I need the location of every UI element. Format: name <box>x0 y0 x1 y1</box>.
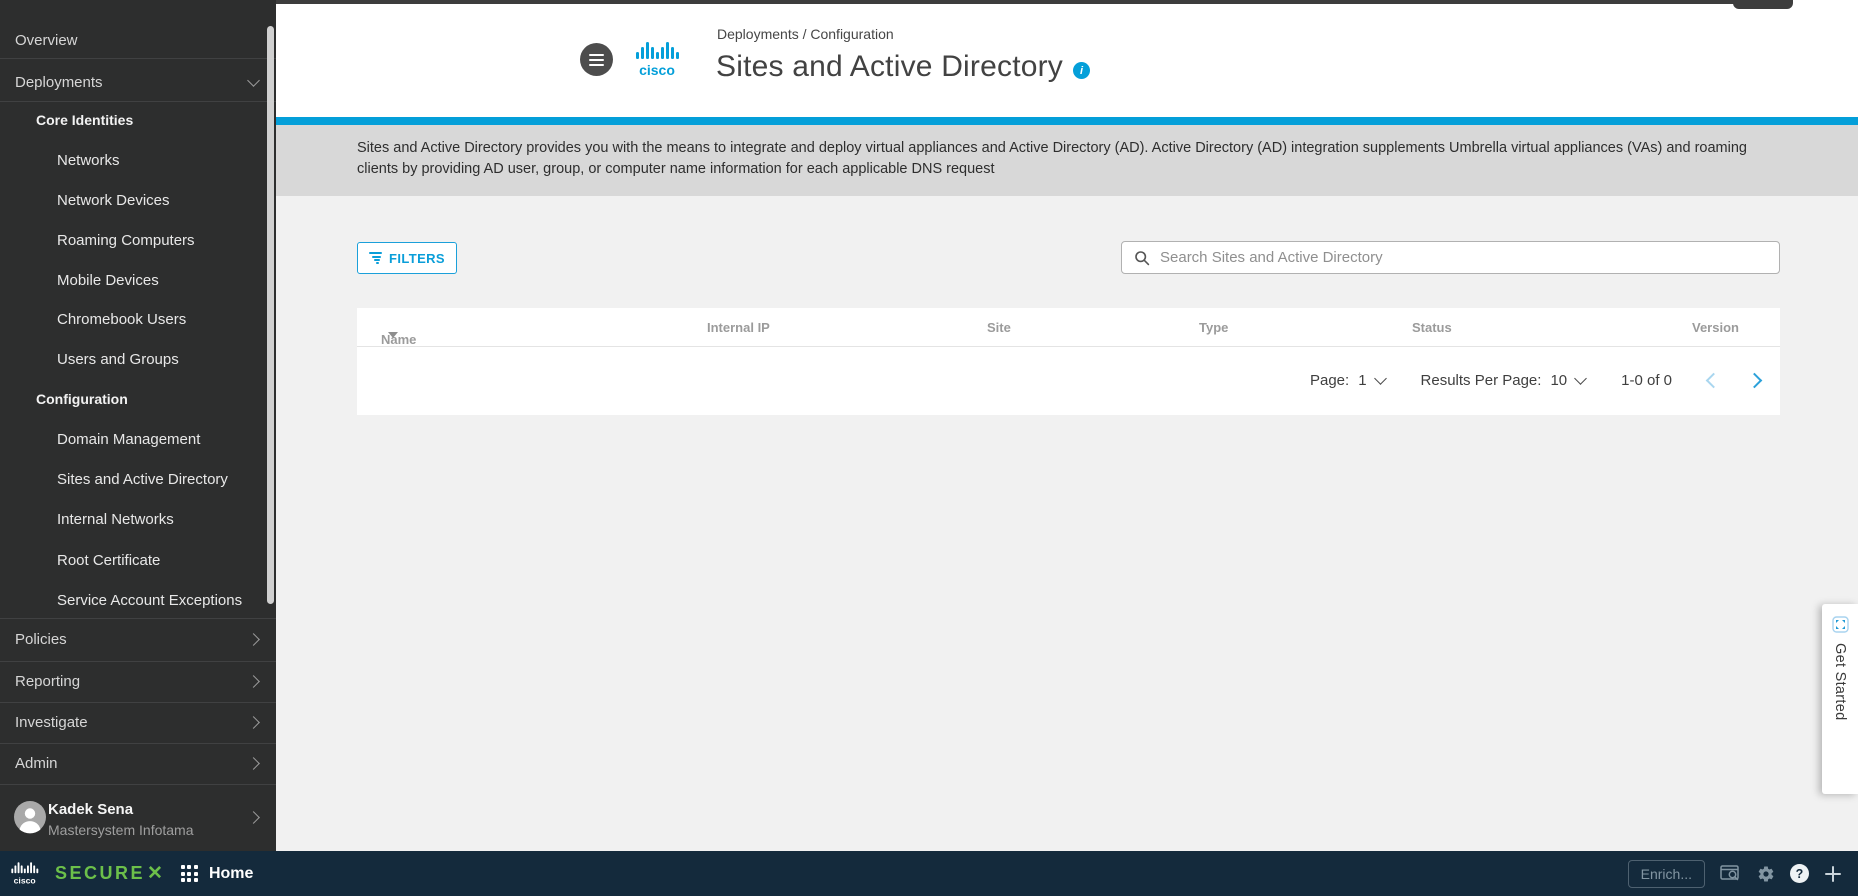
breadcrumb[interactable]: Deployments / Configuration <box>717 26 894 42</box>
sidebar-item-label: Deployments <box>15 73 103 91</box>
sidebar-item-root-certificate[interactable]: Root Certificate <box>57 552 160 569</box>
gear-icon-footer[interactable] <box>1757 865 1775 883</box>
help-icon[interactable]: ? <box>1790 864 1809 883</box>
sidebar-item-users-and-groups[interactable]: Users and Groups <box>57 351 179 368</box>
sidebar-item-sites-and-active-directory[interactable]: Sites and Active Directory <box>57 471 228 488</box>
sort-desc-icon <box>388 332 398 338</box>
column-header-status[interactable]: Status <box>1412 320 1452 335</box>
page-value: 1 <box>1358 372 1367 389</box>
search-box <box>1121 241 1780 274</box>
sidebar-item-service-account-exceptions[interactable]: Service Account Exceptions <box>57 592 242 609</box>
sidebar-item-label: Reporting <box>15 673 81 690</box>
securex-footer-bar: cisco SECURE ✕ Home Enrich... ? <box>0 851 1858 896</box>
sidebar-item-overview[interactable]: Overview <box>0 22 276 58</box>
accent-bar <box>276 117 1858 125</box>
get-started-tab[interactable]: Get Started <box>1822 604 1858 794</box>
chevron-down-icon <box>247 73 260 87</box>
apps-grid-icon[interactable] <box>180 865 198 882</box>
description-text: Sites and Active Directory provides you … <box>357 140 1747 177</box>
sidebar-item-roaming-computers[interactable]: Roaming Computers <box>57 232 195 249</box>
page-title: Sites and Active Directory <box>716 50 1064 83</box>
divider <box>0 101 276 102</box>
sidebar-section-configuration[interactable]: Configuration <box>36 391 128 407</box>
chevron-down-icon <box>1373 371 1387 385</box>
pagination: Page: 1 Results Per Page: 10 1-0 of 0 <box>1309 347 1763 414</box>
cisco-logo: cisco <box>636 42 679 78</box>
top-edge-tab <box>1733 0 1793 9</box>
sidebar-item-domain-management[interactable]: Domain Management <box>57 431 200 448</box>
sidebar-user-card[interactable]: Kadek Sena Mastersystem Infotama <box>0 784 276 851</box>
chevron-right-icon <box>247 716 260 729</box>
column-header-version[interactable]: Version <box>1692 320 1739 335</box>
securex-x-glyph: ✕ <box>147 863 163 884</box>
sidebar-item-investigate[interactable]: Investigate <box>0 702 276 743</box>
settings-button[interactable]: Settings <box>1854 25 1858 81</box>
user-org: Mastersystem Infotama <box>48 822 194 838</box>
table-body: Page: 1 Results Per Page: 10 1-0 of 0 <box>357 347 1780 414</box>
sidebar-item-mobile-devices[interactable]: Mobile Devices <box>57 272 159 289</box>
expand-icon <box>1831 616 1849 633</box>
sidebar-item-network-devices[interactable]: Network Devices <box>57 192 170 209</box>
page-selector[interactable]: Page: 1 <box>1309 371 1387 389</box>
next-page-button[interactable] <box>1746 372 1763 389</box>
info-icon[interactable]: i <box>1073 62 1090 79</box>
sidebar-item-policies[interactable]: Policies <box>0 618 276 661</box>
sidebar-item-internal-networks[interactable]: Internal Networks <box>57 511 174 528</box>
settings-label: Settings <box>1854 66 1858 81</box>
sidebar-item-chromebook-users[interactable]: Chromebook Users <box>57 311 186 328</box>
sidebar-section-core-identities[interactable]: Core Identities <box>36 112 133 128</box>
sidebar-item-networks[interactable]: Networks <box>57 152 120 169</box>
table-header-row: Name Internal IP Site Type Status Versio… <box>357 308 1780 347</box>
footer-home-link[interactable]: Home <box>209 865 253 883</box>
sidebar-item-label: Overview <box>15 31 78 49</box>
user-name: Kadek Sena <box>48 801 134 818</box>
sidebar-item-reporting[interactable]: Reporting <box>0 661 276 702</box>
user-avatar <box>14 801 46 834</box>
results-per-page-value: 10 <box>1550 372 1568 389</box>
column-header-internal-ip[interactable]: Internal IP <box>707 320 770 335</box>
svg-text:cisco: cisco <box>14 875 36 885</box>
enrich-button[interactable]: Enrich... <box>1627 859 1705 888</box>
chevron-right-icon <box>247 633 260 646</box>
description-banner: Sites and Active Directory provides you … <box>276 125 1858 196</box>
hamburger-menu-icon[interactable] <box>580 43 613 76</box>
filters-label: FILTERS <box>389 250 445 266</box>
window-search-icon[interactable] <box>1720 864 1742 883</box>
column-header-type[interactable]: Type <box>1199 320 1228 335</box>
identities-table: Name Internal IP Site Type Status Versio… <box>357 308 1780 415</box>
chevron-down-icon <box>1574 371 1587 385</box>
page-label: Page: <box>1309 372 1350 389</box>
sidebar-item-label: Investigate <box>15 714 88 731</box>
results-range: 1-0 of 0 <box>1621 372 1672 389</box>
top-edge-strip <box>276 0 1792 4</box>
previous-page-button[interactable] <box>1705 372 1722 389</box>
page-header: cisco Deployments / Configuration Sites … <box>276 0 1858 117</box>
column-header-site[interactable]: Site <box>987 320 1011 335</box>
sidebar: Overview Deployments Core Identities Net… <box>0 0 276 851</box>
search-input[interactable] <box>1150 242 1779 273</box>
footer-brand: cisco SECURE ✕ Home <box>0 861 253 887</box>
sidebar-item-deployments[interactable]: Deployments <box>0 63 276 101</box>
chevron-right-icon <box>247 811 260 824</box>
sidebar-item-label: Policies <box>15 631 67 648</box>
sidebar-item-label: Admin <box>15 755 58 772</box>
get-started-label: Get Started <box>1832 643 1848 721</box>
filter-icon <box>369 252 382 264</box>
search-icon <box>1135 250 1150 265</box>
securex-wordmark: SECURE <box>55 863 146 883</box>
svg-text:cisco: cisco <box>639 62 675 78</box>
chevron-right-icon <box>247 675 260 688</box>
sidebar-scrollbar[interactable] <box>267 26 274 604</box>
sidebar-item-admin[interactable]: Admin <box>0 743 276 784</box>
app-window: Overview Deployments Core Identities Net… <box>0 0 1858 896</box>
cisco-logo-footer: cisco <box>11 861 39 885</box>
chevron-right-icon <box>247 757 260 770</box>
add-tab-icon[interactable] <box>1824 865 1842 883</box>
footer-tools: Enrich... ? <box>1627 859 1858 888</box>
results-per-page-selector[interactable]: Results Per Page: 10 <box>1420 371 1587 389</box>
divider <box>0 58 276 59</box>
results-per-page-label: Results Per Page: <box>1420 372 1542 389</box>
filters-button[interactable]: FILTERS <box>357 242 457 274</box>
